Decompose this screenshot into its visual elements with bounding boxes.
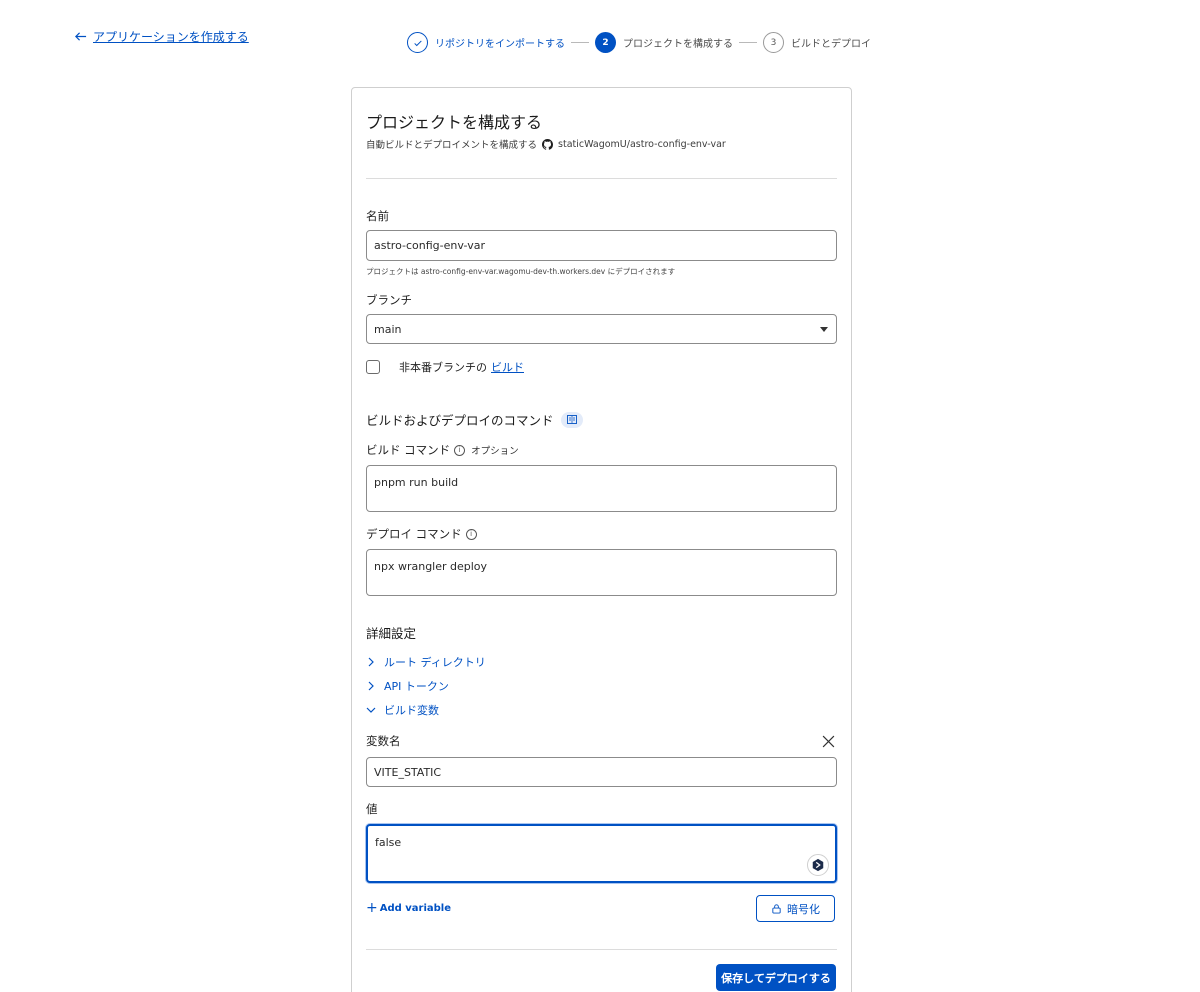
build-command-label-text: ビルド コマンド: [366, 443, 451, 457]
subtitle-text: 自動ビルドとデプロイメントを構成する: [366, 140, 538, 151]
back-link-label: アプリケーションを作成する: [93, 30, 249, 44]
encrypt-button[interactable]: 暗号化: [756, 895, 835, 922]
encrypt-label: 暗号化: [787, 902, 820, 916]
variable-name-label: 変数名: [366, 734, 401, 748]
step-label: プロジェクトを構成する: [623, 39, 733, 50]
builds-link[interactable]: ビルド: [491, 359, 524, 375]
step-separator: [739, 42, 757, 43]
add-variable-button[interactable]: + Add variable: [366, 901, 451, 915]
page-title: プロジェクトを構成する: [366, 113, 543, 132]
branch-select[interactable]: main: [366, 314, 837, 344]
check-icon: [407, 32, 428, 53]
arrow-left-icon: [75, 32, 87, 41]
divider: [366, 949, 837, 950]
step-label: ビルドとデプロイ: [791, 39, 871, 50]
chevron-right-icon: [368, 657, 374, 667]
repo-name: staticWagomU/astro-config-env-var: [558, 138, 726, 150]
name-label: 名前: [366, 209, 389, 223]
build-section-title: ビルドおよびデプロイのコマンド: [366, 410, 583, 429]
variable-value-label: 値: [366, 802, 378, 816]
expander-root-directory[interactable]: ルート ディレクトリ: [366, 654, 486, 670]
lock-icon: [772, 904, 781, 914]
optional-tag: オプション: [471, 446, 519, 457]
page-subtitle: 自動ビルドとデプロイメントを構成する staticWagomU/astro-co…: [366, 137, 726, 151]
expander-label: ビルド変数: [384, 704, 439, 717]
chevron-down-icon: [820, 327, 828, 332]
add-variable-label: Add variable: [379, 902, 452, 914]
step-label: リポジトリをインポートする: [435, 39, 565, 50]
advanced-settings-title: 詳細設定: [366, 626, 417, 641]
name-input[interactable]: astro-config-env-var: [366, 230, 837, 261]
info-icon[interactable]: i: [454, 444, 466, 456]
branch-label: ブランチ: [366, 293, 412, 307]
non-prod-builds-row: 非本番ブランチの ビルド: [366, 359, 524, 375]
plus-icon: +: [366, 900, 378, 916]
checkbox-label: 非本番ブランチの: [399, 361, 487, 374]
deploy-command-label: デプロイ コマンド i: [366, 526, 477, 542]
step-number: 2: [595, 32, 616, 53]
step-import: リポジトリをインポートする: [407, 32, 565, 53]
stepper: リポジトリをインポートする 2 プロジェクトを構成する 3 ビルドとデプロイ: [407, 32, 871, 53]
info-icon[interactable]: i: [465, 528, 477, 540]
configure-project-card: プロジェクトを構成する 自動ビルドとデプロイメントを構成する staticWag…: [351, 87, 852, 992]
close-icon[interactable]: [822, 735, 835, 748]
back-link[interactable]: アプリケーションを作成する: [74, 28, 249, 45]
build-command-input[interactable]: pnpm run build: [366, 465, 837, 512]
variable-name-input[interactable]: VITE_STATIC: [366, 757, 837, 787]
step-configure: 2 プロジェクトを構成する: [595, 32, 733, 53]
variable-name-value: VITE_STATIC: [374, 765, 442, 779]
step-separator: [571, 42, 589, 43]
step-number: 3: [763, 32, 784, 53]
name-helper: プロジェクトは astro-config-env-var.wagomu-dev-…: [366, 267, 676, 276]
chevron-right-icon: [368, 681, 374, 691]
expander-build-variables[interactable]: ビルド変数: [366, 702, 439, 718]
build-command-label: ビルド コマンド i オプション: [366, 442, 519, 458]
variable-value-input[interactable]: false: [366, 824, 837, 883]
deploy-command-value: npx wrangler deploy: [374, 560, 488, 573]
non-prod-builds-checkbox[interactable]: [366, 360, 380, 374]
chevron-down-icon: [366, 707, 376, 713]
expander-label: ルート ディレクトリ: [384, 656, 486, 669]
expander-api-token[interactable]: API トークン: [366, 678, 449, 694]
variable-value-text: false: [375, 836, 402, 849]
assistant-icon[interactable]: [807, 854, 829, 876]
deploy-command-label-text: デプロイ コマンド: [366, 527, 462, 541]
build-section-title-text: ビルドおよびデプロイのコマンド: [366, 413, 554, 428]
github-icon: [542, 138, 554, 150]
build-command-value: pnpm run build: [374, 476, 459, 489]
branch-select-value: main: [374, 322, 402, 336]
deploy-command-input[interactable]: npx wrangler deploy: [366, 549, 837, 596]
save-and-deploy-button[interactable]: 保存してデプロイする: [716, 964, 836, 991]
docs-icon[interactable]: [560, 411, 583, 428]
step-build-deploy: 3 ビルドとデプロイ: [763, 32, 871, 53]
name-input-value: astro-config-env-var: [374, 239, 485, 252]
expander-label: API トークン: [384, 680, 449, 693]
divider: [366, 178, 837, 179]
